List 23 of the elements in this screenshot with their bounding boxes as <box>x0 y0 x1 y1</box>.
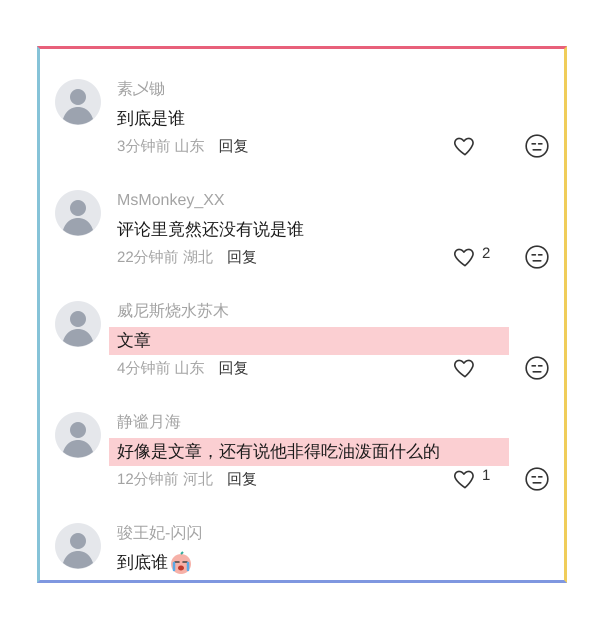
highlighted-comment-text: 文章 <box>117 330 151 352</box>
dislike-button[interactable] <box>524 466 550 492</box>
comment-meta: 4分钟前 山东 <box>117 359 205 379</box>
reply-button[interactable]: 回复 <box>226 244 257 272</box>
comment-meta: 12分钟前 河北 <box>117 470 213 490</box>
dislike-button[interactable] <box>524 133 550 159</box>
reply-button[interactable]: 回复 <box>218 355 249 383</box>
comment-text: 到底谁 <box>117 552 168 574</box>
comment-text: 评论里竟然还没有说是谁 <box>117 219 304 241</box>
comment-text: 到底是谁 <box>117 108 185 130</box>
neutral-face-icon <box>524 355 550 381</box>
comment-meta: 3分钟前 山东 <box>117 137 205 157</box>
comment-meta: 22分钟前 湖北 <box>117 248 213 268</box>
highlighted-comment-text: 好像是文章，还有说他非得吃油泼面什么的 <box>117 441 440 463</box>
neutral-face-icon <box>524 466 550 492</box>
reply-button[interactable]: 回复 <box>218 133 249 161</box>
like-button[interactable]: 1 <box>452 466 496 492</box>
dislike-button[interactable] <box>524 244 550 270</box>
dislike-button[interactable] <box>524 355 550 381</box>
neutral-face-icon <box>524 244 550 270</box>
neutral-face-icon <box>524 133 550 159</box>
reply-button[interactable]: 回复 <box>226 466 257 494</box>
like-button[interactable]: 2 <box>452 244 496 270</box>
